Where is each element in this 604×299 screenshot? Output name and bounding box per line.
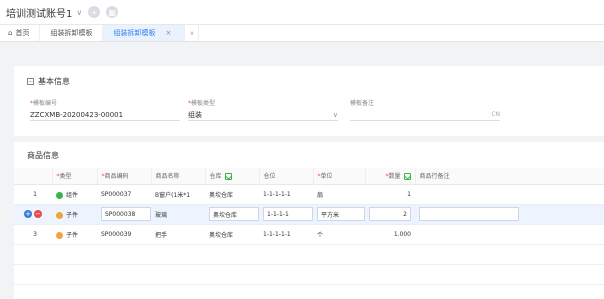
top-bar: 培训测试账号1 ∨ + ▦ bbox=[0, 0, 604, 25]
qty-input[interactable]: 2 bbox=[369, 207, 411, 221]
row-code: SP000037 bbox=[97, 184, 151, 205]
row-code: SP000038 bbox=[97, 204, 151, 225]
collapse-icon[interactable]: − bbox=[27, 78, 34, 85]
row-type: 子件 bbox=[52, 204, 97, 225]
row-location: 1-1-1-1-1 bbox=[259, 224, 313, 245]
table-row-empty bbox=[14, 264, 604, 285]
row-unit: 扇 bbox=[313, 184, 365, 205]
template-type-field: *模板类型 组装 ∨ bbox=[188, 98, 338, 121]
template-no-field: *模板编号 ZZCXMB-20200423-00001 bbox=[30, 98, 180, 121]
tab-label: 首页 bbox=[15, 29, 30, 37]
col-warehouse: 仓库 bbox=[205, 168, 260, 185]
row-actions: + − bbox=[14, 204, 52, 225]
row-name: B窗户(1米*1 bbox=[151, 184, 205, 205]
row-remark bbox=[415, 184, 604, 205]
table-header: *类型 *商品编码 商品名称 仓库 仓位 *单位 *数量 商品行备注 bbox=[14, 168, 604, 185]
close-icon[interactable]: × bbox=[165, 29, 171, 37]
template-type-select[interactable]: 组装 ∨ bbox=[188, 109, 338, 121]
field-label: *模板编号 bbox=[30, 100, 58, 107]
row-warehouse: 奥坎仓库 bbox=[205, 204, 259, 225]
row-warehouse: 奥坎仓库 bbox=[205, 184, 259, 205]
template-no-input[interactable]: ZZCXMB-20200423-00001 bbox=[30, 109, 180, 121]
col-location: 仓位 bbox=[259, 168, 314, 185]
assembly-icon bbox=[56, 191, 63, 199]
add-icon[interactable]: + bbox=[88, 6, 101, 18]
col-index bbox=[14, 168, 53, 185]
col-qty: *数量 bbox=[365, 168, 416, 185]
row-remark bbox=[415, 224, 604, 245]
basic-info-card: − 基本信息 *模板编号 ZZCXMB-20200423-00001 *模板类型… bbox=[14, 66, 604, 136]
row-location: 1-1-1-1-1 bbox=[259, 184, 313, 205]
row-name: 玻璃 bbox=[151, 204, 205, 225]
row-warehouse: 奥坎仓库 bbox=[205, 224, 259, 245]
remark-input[interactable] bbox=[419, 207, 519, 221]
goods-table: *类型 *商品编码 商品名称 仓库 仓位 *单位 *数量 商品行备注 1 组件 … bbox=[14, 168, 604, 285]
row-name: 把手 bbox=[151, 224, 205, 245]
add-row-icon[interactable]: + bbox=[24, 210, 32, 218]
tab-more-chevron-icon[interactable]: ∨ bbox=[185, 25, 200, 41]
row-remark bbox=[415, 204, 604, 225]
row-type: 组件 bbox=[52, 184, 97, 205]
row-index: 1 bbox=[14, 184, 52, 205]
table-row[interactable]: 3 子件 SP000039 把手 奥坎仓库 1-1-1-1-1 个 1.000 bbox=[14, 224, 604, 245]
col-remark: 商品行备注 bbox=[415, 168, 604, 185]
tab-label: 组装拆卸模板 bbox=[50, 29, 93, 37]
remark-input[interactable]: CN bbox=[350, 109, 500, 121]
warehouse-input[interactable]: 奥坎仓库 bbox=[209, 207, 259, 221]
row-qty: 1.000 bbox=[365, 224, 415, 245]
field-label: 模板备注 bbox=[350, 100, 375, 107]
section-title: 基本信息 bbox=[38, 77, 70, 86]
field-label: *模板类型 bbox=[188, 100, 216, 107]
table-row-empty bbox=[14, 244, 604, 265]
remark-field: 模板备注 CN bbox=[350, 98, 500, 121]
row-location: 1-1-1-1 bbox=[259, 204, 313, 225]
remark-suffix: CN bbox=[491, 111, 500, 118]
table-row-selected[interactable]: + − 子件 SP000038 玻璃 奥坎仓库 1-1-1-1 平方米 2 bbox=[14, 204, 604, 225]
location-input[interactable]: 1-1-1-1 bbox=[263, 207, 313, 221]
checkbox-icon[interactable] bbox=[224, 173, 232, 181]
row-unit: 平方米 bbox=[313, 204, 365, 225]
tab-template[interactable]: 组装拆卸模板 bbox=[40, 25, 104, 41]
tab-template-active[interactable]: 组装拆卸模板 × bbox=[103, 25, 186, 41]
goods-info-card: 商品信息 *类型 *商品编码 商品名称 仓库 仓位 *单位 *数量 商品行备注 … bbox=[14, 142, 604, 299]
row-qty: 2 bbox=[365, 204, 415, 225]
chevron-down-icon: ∨ bbox=[76, 7, 83, 17]
account-switcher[interactable]: 培训测试账号1 ∨ bbox=[6, 5, 82, 20]
section-title: 商品信息 bbox=[27, 151, 59, 160]
chevron-down-icon: ∨ bbox=[332, 110, 338, 119]
col-code: *商品编码 bbox=[97, 168, 152, 185]
row-code: SP000039 bbox=[97, 224, 151, 245]
code-input[interactable]: SP000038 bbox=[101, 207, 151, 221]
part-icon bbox=[56, 211, 63, 219]
col-name: 商品名称 bbox=[151, 168, 206, 185]
table-row[interactable]: 1 组件 SP000037 B窗户(1米*1 奥坎仓库 1-1-1-1-1 扇 … bbox=[14, 184, 604, 205]
tab-home[interactable]: ⌂ 首页 bbox=[0, 25, 41, 41]
row-qty: 1 bbox=[365, 184, 415, 205]
basic-info-header[interactable]: − 基本信息 bbox=[27, 76, 70, 87]
checkbox-icon[interactable] bbox=[403, 173, 411, 181]
home-icon: ⌂ bbox=[8, 29, 13, 37]
col-unit: *单位 bbox=[313, 168, 366, 185]
delete-row-icon[interactable]: − bbox=[34, 210, 42, 218]
row-type: 子件 bbox=[52, 224, 97, 245]
tab-bar: ⌂ 首页 组装拆卸模板 组装拆卸模板 × ∨ bbox=[0, 25, 604, 42]
row-unit: 个 bbox=[313, 224, 365, 245]
part-icon bbox=[56, 231, 63, 239]
account-name: 培训测试账号1 bbox=[6, 8, 73, 20]
tab-label: 组装拆卸模板 bbox=[113, 29, 156, 37]
unit-input[interactable]: 平方米 bbox=[317, 207, 365, 221]
col-type: *类型 bbox=[52, 168, 98, 185]
row-index: 3 bbox=[14, 224, 52, 245]
grid-icon[interactable]: ▦ bbox=[106, 6, 119, 18]
